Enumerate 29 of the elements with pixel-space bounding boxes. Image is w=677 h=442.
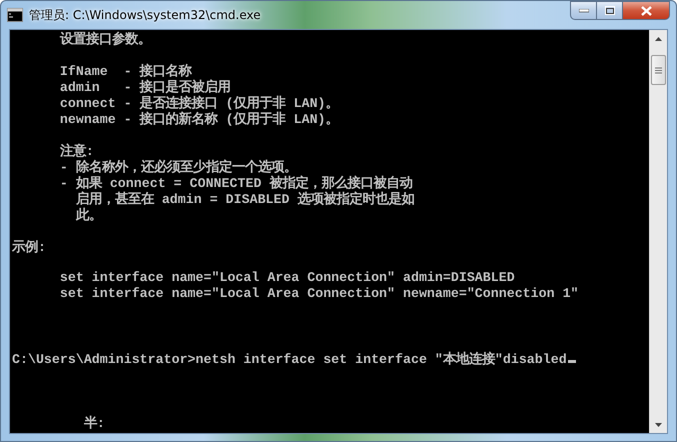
scroll-thumb[interactable] — [651, 55, 666, 85]
maximize-button[interactable] — [597, 1, 623, 20]
console-text: connect - 是否连接接口 (仅用于非 LAN)。 — [58, 96, 339, 111]
window-title: 管理员: C:\Windows\system32\cmd.exe — [29, 6, 262, 24]
console-text: 启用，甚至在 admin = DISABLED 选项被指定时也是如 — [74, 192, 414, 207]
console-text: 此。 — [74, 208, 102, 223]
scroll-down-icon — [655, 422, 662, 426]
console-text: - 除名称外，还必须至少指定一个选项。 — [58, 160, 297, 175]
console-text: 半: — [82, 416, 105, 431]
grip-icon — [655, 66, 662, 74]
close-icon — [640, 6, 652, 16]
close-button[interactable] — [623, 1, 670, 20]
scrollbar[interactable] — [649, 30, 667, 433]
maximize-icon — [604, 6, 614, 15]
text-cursor — [568, 360, 576, 363]
console-text: newname - 接口的新名称 (仅用于非 LAN)。 — [58, 112, 339, 127]
console-text: - 如果 connect = CONNECTED 被指定，那么接口被自动 — [58, 176, 412, 191]
console-text: set interface name="Local Area Connection" newname="Connection 1" — [58, 286, 579, 301]
console-text: 设置接口参数。 — [58, 32, 151, 47]
minimize-button[interactable] — [570, 1, 597, 20]
console-text: IfName - 接口名称 — [58, 64, 192, 79]
console-text: 示例: — [12, 240, 46, 255]
console-text: admin - 接口是否被启用 — [58, 80, 231, 95]
console-text: set interface name="Local Area Connection" admin=DISABLED — [58, 270, 515, 285]
command-line: C:\Users\Administrator>netsh interface set interface "本地连接"disabled — [12, 352, 567, 367]
console-icon — [7, 8, 23, 22]
scroll-up-icon — [655, 36, 662, 40]
minimize-icon — [578, 8, 588, 12]
console-text: 注意: — [58, 144, 94, 159]
